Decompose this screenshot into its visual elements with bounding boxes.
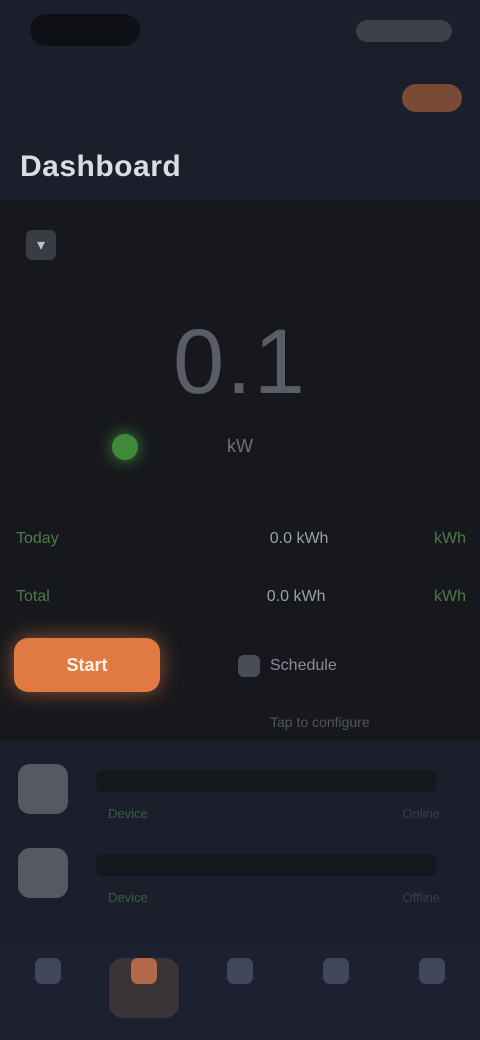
nav-item-profile[interactable] — [397, 958, 467, 1018]
star-icon — [323, 958, 349, 984]
device-icon — [18, 764, 68, 814]
item-status: Online — [402, 806, 440, 821]
device-icon — [18, 848, 68, 898]
hint-text: Tap to configure — [270, 714, 370, 730]
stat-row: Total 0.0 kWh kWh — [16, 568, 466, 626]
chart-icon — [227, 958, 253, 984]
item-bar — [96, 854, 436, 876]
item-bar — [96, 770, 436, 792]
stat-value: 0.0 kWh — [269, 530, 329, 547]
header-action-button[interactable] — [402, 84, 462, 112]
stat-row: Today 0.0 kWh kWh — [16, 510, 466, 568]
stat-unit: kWh — [433, 588, 466, 605]
stat-label: Total — [16, 588, 50, 605]
stat-label: Today — [16, 530, 59, 547]
big-value: 0.1 — [173, 311, 307, 413]
item-status: Offline — [402, 890, 440, 905]
collapse-icon[interactable]: ▾ — [26, 230, 56, 260]
item-meta: Device — [108, 890, 148, 905]
bottom-nav — [0, 940, 480, 1040]
primary-action-button[interactable]: Start — [14, 638, 160, 692]
stat-value: 0.0 kWh — [266, 588, 326, 605]
calendar-icon — [238, 655, 260, 677]
stats-table: Today 0.0 kWh kWh Total 0.0 kWh kWh — [16, 510, 466, 626]
value-unit-label: kW — [227, 436, 253, 456]
status-time — [30, 14, 140, 46]
list-item[interactable]: Device Online — [0, 748, 480, 832]
nav-item-home[interactable] — [13, 958, 83, 1018]
user-icon — [419, 958, 445, 984]
status-indicators — [356, 20, 452, 42]
home-icon — [35, 958, 61, 984]
status-bar — [0, 0, 480, 60]
bolt-icon — [131, 958, 157, 984]
list-item[interactable]: Device Offline — [0, 832, 480, 916]
nav-item-energy[interactable] — [109, 958, 179, 1018]
device-list: Device Online Device Offline — [0, 748, 480, 916]
stat-unit: kWh — [433, 530, 466, 547]
item-meta: Device — [108, 806, 148, 821]
page-title: Dashboard — [20, 150, 182, 183]
nav-item-stats[interactable] — [205, 958, 275, 1018]
secondary-action-button[interactable]: Schedule — [238, 646, 414, 686]
secondary-action-label: Schedule — [270, 657, 337, 674]
nav-item-favorites[interactable] — [301, 958, 371, 1018]
